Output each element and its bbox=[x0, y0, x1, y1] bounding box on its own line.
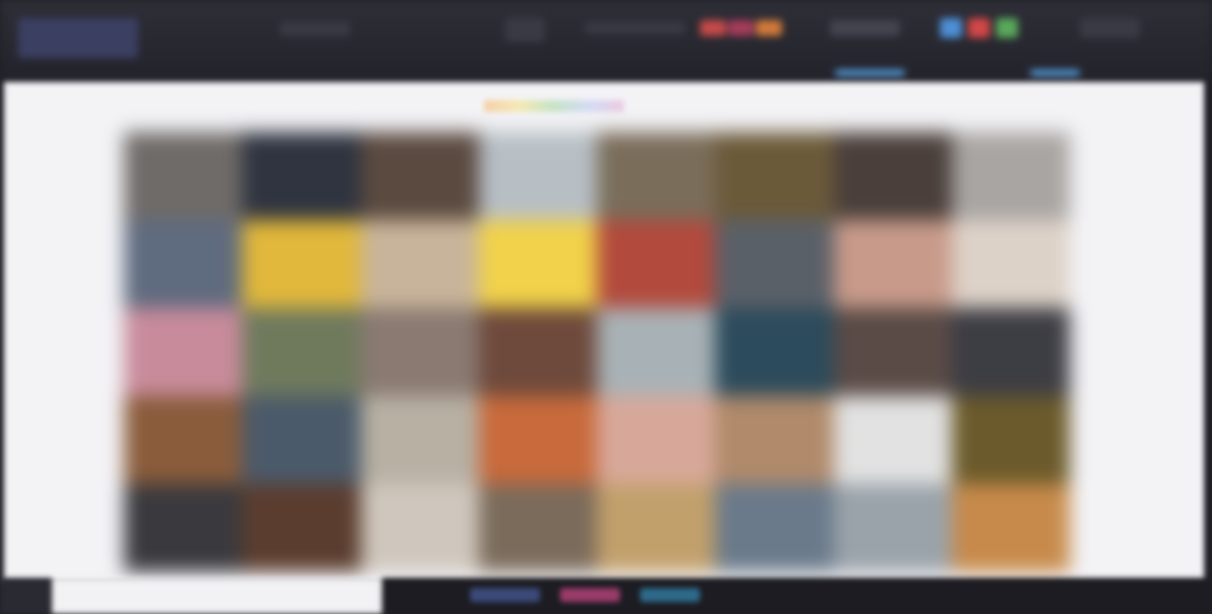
accent-tab-1[interactable] bbox=[700, 20, 726, 36]
photo-thumbnail[interactable] bbox=[597, 484, 716, 572]
photo-thumbnail[interactable] bbox=[242, 220, 361, 308]
photo-thumbnail[interactable] bbox=[951, 396, 1070, 484]
photo-thumbnail[interactable] bbox=[833, 484, 952, 572]
photo-thumbnail[interactable] bbox=[242, 396, 361, 484]
photo-thumbnail[interactable] bbox=[124, 484, 243, 572]
search-area[interactable] bbox=[830, 20, 900, 36]
photo-thumbnail[interactable] bbox=[478, 220, 597, 308]
bottom-bar bbox=[0, 578, 1212, 614]
nav-item-2[interactable] bbox=[505, 18, 545, 42]
photo-thumbnail[interactable] bbox=[597, 132, 716, 220]
nav-item-3[interactable] bbox=[585, 22, 685, 34]
photo-thumbnail[interactable] bbox=[124, 132, 243, 220]
photo-thumbnail[interactable] bbox=[360, 220, 479, 308]
photo-thumbnail[interactable] bbox=[833, 132, 952, 220]
photo-thumbnail[interactable] bbox=[478, 132, 597, 220]
photo-thumbnail[interactable] bbox=[360, 308, 479, 396]
accent-tab-6[interactable] bbox=[996, 18, 1018, 38]
photo-thumbnail[interactable] bbox=[715, 308, 834, 396]
photo-thumbnail[interactable] bbox=[951, 308, 1070, 396]
photo-thumbnail[interactable] bbox=[360, 132, 479, 220]
photo-thumbnail[interactable] bbox=[124, 220, 243, 308]
active-tab-indicator-2 bbox=[1030, 70, 1080, 76]
photo-thumbnail[interactable] bbox=[478, 396, 597, 484]
photo-thumbnail[interactable] bbox=[833, 220, 952, 308]
accent-tab-4[interactable] bbox=[940, 18, 962, 38]
photo-grid bbox=[124, 132, 1070, 572]
active-tab-indicator-1 bbox=[835, 70, 905, 76]
photo-thumbnail[interactable] bbox=[715, 220, 834, 308]
accent-tab-5[interactable] bbox=[968, 18, 990, 38]
bottom-tag-2[interactable] bbox=[560, 588, 620, 602]
photo-thumbnail[interactable] bbox=[951, 132, 1070, 220]
photo-thumbnail[interactable] bbox=[951, 220, 1070, 308]
account-menu[interactable] bbox=[1080, 18, 1140, 38]
photo-thumbnail[interactable] bbox=[242, 308, 361, 396]
photo-thumbnail[interactable] bbox=[124, 396, 243, 484]
photo-thumbnail[interactable] bbox=[360, 396, 479, 484]
nav-item-1[interactable] bbox=[280, 22, 350, 36]
photo-thumbnail[interactable] bbox=[478, 484, 597, 572]
photo-thumbnail[interactable] bbox=[597, 396, 716, 484]
photo-thumbnail[interactable] bbox=[242, 132, 361, 220]
photo-thumbnail[interactable] bbox=[715, 484, 834, 572]
photo-thumbnail[interactable] bbox=[833, 396, 952, 484]
photo-thumbnail[interactable] bbox=[242, 484, 361, 572]
photo-thumbnail[interactable] bbox=[715, 396, 834, 484]
bottom-tag-3[interactable] bbox=[640, 588, 700, 602]
bottom-tag-1[interactable] bbox=[470, 588, 540, 602]
photo-thumbnail[interactable] bbox=[951, 484, 1070, 572]
bottom-menu-button[interactable] bbox=[0, 578, 52, 614]
bottom-input[interactable] bbox=[52, 578, 382, 614]
accent-tab-3[interactable] bbox=[756, 20, 782, 36]
accent-tab-2[interactable] bbox=[728, 20, 754, 36]
photo-thumbnail[interactable] bbox=[715, 132, 834, 220]
photo-thumbnail[interactable] bbox=[124, 308, 243, 396]
photo-thumbnail[interactable] bbox=[478, 308, 597, 396]
top-toolbar bbox=[0, 0, 1212, 84]
photo-thumbnail[interactable] bbox=[597, 220, 716, 308]
photo-thumbnail[interactable] bbox=[597, 308, 716, 396]
photo-thumbnail[interactable] bbox=[360, 484, 479, 572]
color-filter-strip[interactable] bbox=[484, 100, 624, 112]
app-logo[interactable] bbox=[18, 18, 138, 58]
photo-thumbnail[interactable] bbox=[833, 308, 952, 396]
content-page bbox=[4, 82, 1204, 582]
